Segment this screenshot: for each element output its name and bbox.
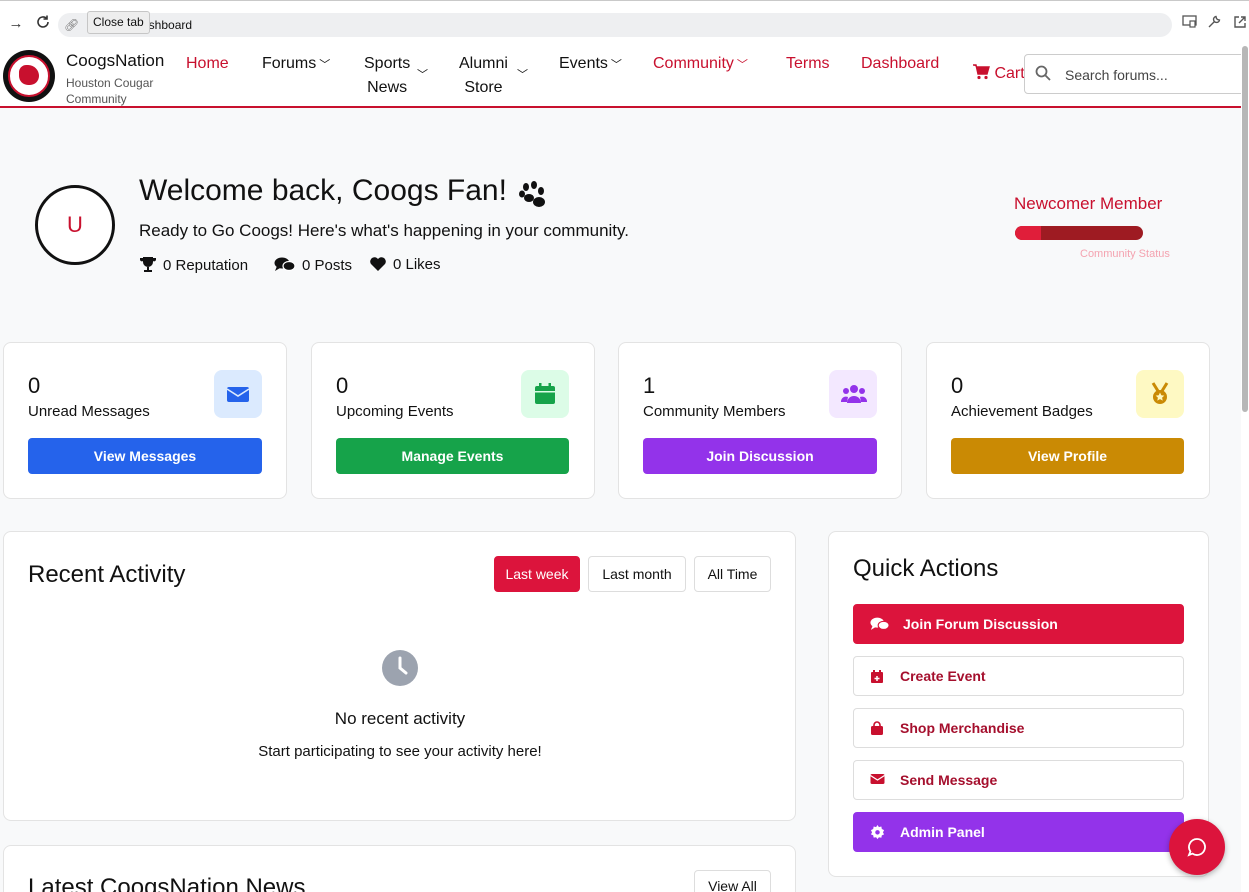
heart-icon xyxy=(370,257,386,271)
close-tab-tooltip: Close tab xyxy=(87,11,150,34)
recent-activity-title: Recent Activity xyxy=(28,561,186,588)
create-event-button[interactable]: Create Event xyxy=(853,656,1184,696)
unread-messages-card: 0 Unread Messages View Messages xyxy=(3,342,287,499)
filter-all-time-button[interactable]: All Time xyxy=(694,556,771,592)
cast-icon[interactable] xyxy=(1181,15,1197,31)
quick-actions-title: Quick Actions xyxy=(853,555,999,582)
achievement-badges-card: 0 Achievement Badges View Profile xyxy=(926,342,1210,499)
nav-sports-news[interactable]: Sports News xyxy=(364,52,410,100)
shopping-bag-icon xyxy=(871,721,883,735)
comments-icon xyxy=(870,617,890,630)
empty-state-title: No recent activity xyxy=(334,709,466,728)
chevron-down-icon[interactable]: ﹀ xyxy=(417,66,428,82)
send-message-button[interactable]: Send Message xyxy=(853,760,1184,800)
gear-icon xyxy=(870,825,885,840)
reload-icon[interactable] xyxy=(33,14,53,34)
nav-events[interactable]: Events ﹀ xyxy=(559,52,622,77)
cart-icon xyxy=(973,64,990,80)
cart-link[interactable]: Cart xyxy=(972,64,1025,83)
chat-button[interactable] xyxy=(1169,819,1225,875)
paw-icon xyxy=(519,181,545,207)
posts-stat: 0 Posts xyxy=(274,256,352,274)
reputation-stat: 0 Reputation xyxy=(139,256,248,274)
comments-icon xyxy=(274,257,296,272)
card-count: 0 xyxy=(28,373,41,398)
filter-last-week-button[interactable]: Last week xyxy=(494,556,580,592)
avatar[interactable]: U xyxy=(35,185,115,265)
filter-last-month-button[interactable]: Last month xyxy=(588,556,686,592)
view-messages-button[interactable]: View Messages xyxy=(28,438,262,474)
card-label: Achievement Badges xyxy=(951,403,1093,420)
card-label: Upcoming Events xyxy=(336,403,454,420)
calendar-icon xyxy=(521,370,569,418)
nav-home[interactable]: Home xyxy=(186,52,229,76)
nav-terms[interactable]: Terms xyxy=(786,52,830,76)
join-discussion-button[interactable]: Join Discussion xyxy=(643,438,877,474)
medal-icon xyxy=(1136,370,1184,418)
external-link-icon[interactable] xyxy=(1232,15,1248,31)
view-profile-button[interactable]: View Profile xyxy=(951,438,1184,474)
users-icon xyxy=(829,370,877,418)
clock-icon xyxy=(382,650,418,686)
chevron-down-icon: ﹀ xyxy=(319,59,331,71)
brand-title[interactable]: CoogsNation xyxy=(66,51,164,71)
card-label: Community Members xyxy=(643,403,786,420)
card-count: 0 xyxy=(951,373,964,398)
community-members-card: 1 Community Members Join Discussion xyxy=(618,342,902,499)
chevron-down-icon: ﹀ xyxy=(610,59,622,71)
wrench-icon[interactable] xyxy=(1206,15,1222,31)
shop-merchandise-button[interactable]: Shop Merchandise xyxy=(853,708,1184,748)
search-placeholder: Search forums... xyxy=(1065,67,1168,83)
news-title: Latest CoogsNation News xyxy=(28,874,306,892)
chat-icon xyxy=(1187,838,1206,857)
member-status-label: Community Status xyxy=(1080,248,1170,260)
page-scrollbar[interactable] xyxy=(1241,44,1249,892)
link-icon: 🔗︎ xyxy=(64,18,80,32)
nav-dashboard[interactable]: Dashboard xyxy=(861,52,939,76)
chevron-down-icon: ﹀ xyxy=(736,59,748,71)
envelope-icon xyxy=(214,370,262,418)
search-input[interactable]: Search forums... xyxy=(1024,54,1249,94)
envelope-icon xyxy=(870,774,885,784)
join-forum-discussion-button[interactable]: Join Forum Discussion xyxy=(853,604,1184,644)
welcome-subtitle: Ready to Go Coogs! Here's what's happeni… xyxy=(139,221,629,240)
empty-state-subtitle: Start participating to see your activity… xyxy=(258,743,542,760)
address-bar[interactable]: 🔗︎ ashboard xyxy=(58,13,1172,37)
upcoming-events-card: 0 Upcoming Events Manage Events xyxy=(311,342,595,499)
calendar-plus-icon xyxy=(871,670,883,683)
trophy-icon xyxy=(140,257,156,272)
chevron-down-icon[interactable]: ﹀ xyxy=(517,66,528,82)
welcome-title: Welcome back, Coogs Fan! xyxy=(139,174,507,207)
manage-events-button[interactable]: Manage Events xyxy=(336,438,569,474)
nav-forums[interactable]: Forums ﹀ xyxy=(262,52,330,77)
member-progress-bar xyxy=(1015,226,1143,240)
search-icon xyxy=(1035,65,1051,81)
card-count: 1 xyxy=(643,373,656,398)
view-all-news-button[interactable]: View All xyxy=(694,870,771,892)
forward-icon[interactable]: → xyxy=(6,14,26,34)
card-label: Unread Messages xyxy=(28,403,150,420)
admin-panel-button[interactable]: Admin Panel xyxy=(853,812,1184,852)
likes-stat: 0 Likes xyxy=(369,256,441,273)
nav-alumni-store[interactable]: Alumni Store xyxy=(459,52,508,100)
member-level: Newcomer Member xyxy=(1014,194,1163,213)
browser-toolbar: → 🔗︎ ashboard Close tab xyxy=(0,0,1249,44)
brand-subtitle: Houston Cougar Community xyxy=(66,76,154,106)
nav-community[interactable]: Community ﹀ xyxy=(653,52,748,77)
coogsnation-logo[interactable] xyxy=(3,50,55,102)
card-count: 0 xyxy=(336,373,349,398)
